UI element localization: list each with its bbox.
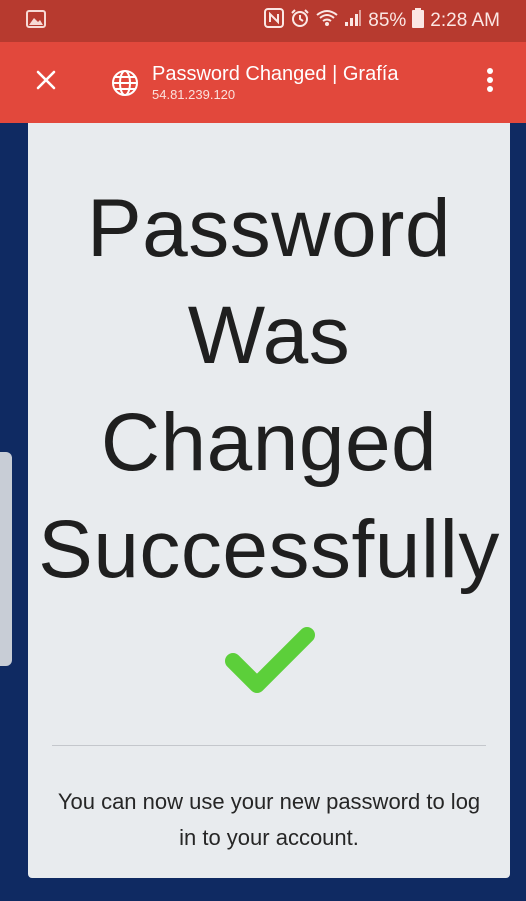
clock: 2:28 AM [430, 10, 500, 31]
signal-icon [344, 9, 362, 33]
page-title: Password Changed | Grafía [152, 63, 399, 85]
page-url: 54.81.239.120 [152, 87, 236, 102]
divider [52, 745, 486, 746]
page-heading: Password Was Changed Successfully [28, 175, 510, 603]
browser-toolbar: Password Changed | Grafía 54.81.239.120 [0, 42, 526, 123]
heading-line: Successfully [38, 504, 500, 595]
nfc-icon [264, 8, 285, 34]
close-icon [36, 70, 56, 95]
battery-icon [412, 8, 425, 34]
success-message: You can now use your new password to log… [57, 789, 481, 850]
checkmark-icon [219, 621, 319, 701]
menu-button[interactable] [468, 52, 512, 112]
heading-line: Was [187, 290, 351, 381]
status-bar: 85% 2:28 AM [0, 0, 526, 42]
battery-percent: 85% [368, 10, 407, 31]
close-button[interactable] [16, 53, 76, 113]
globe-icon [110, 68, 140, 98]
alarm-icon [290, 8, 310, 34]
gallery-icon [26, 9, 46, 33]
wifi-icon [316, 9, 338, 33]
edge-panel-handle[interactable] [0, 452, 12, 666]
heading-line: Changed [100, 397, 438, 488]
success-card: Password Was Changed Successfully You ca… [28, 123, 510, 878]
title-block[interactable]: Password Changed | Grafía 54.81.239.120 [152, 62, 398, 103]
status-left [26, 9, 46, 33]
more-vert-icon [486, 67, 494, 98]
heading-line: Password [86, 183, 452, 274]
status-right: 85% 2:28 AM [264, 8, 500, 34]
